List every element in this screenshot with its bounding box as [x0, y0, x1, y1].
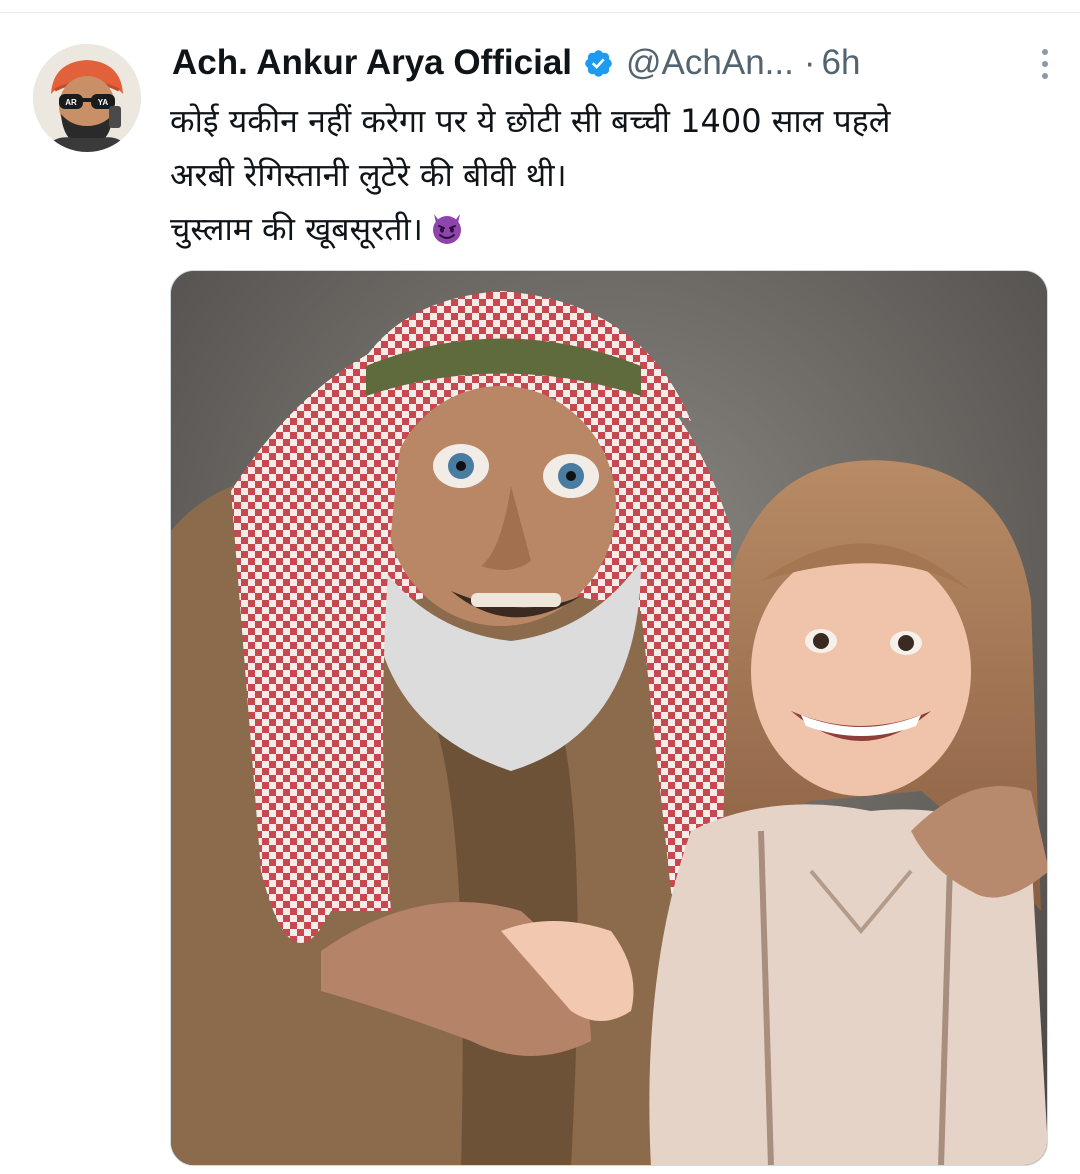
more-dot: [1042, 73, 1048, 79]
top-divider: [0, 12, 1080, 13]
tweet-text-line: चुस्लाम की खूबसूरती।: [170, 210, 423, 248]
tweet-text-line-last: चुस्लाम की खूबसूरती।: [170, 202, 1070, 256]
verified-badge-icon[interactable]: [583, 48, 614, 79]
more-options-icon[interactable]: [1030, 44, 1060, 84]
tweet-text: कोई यकीन नहीं करेगा पर ये छोटी सी बच्ची …: [170, 94, 1070, 256]
avatar-illustration: AR YA: [33, 44, 141, 152]
smiling-face-with-horns-icon: [429, 208, 465, 244]
tweet-header: Ach. Ankur Arya Official @AchAn... · 6h: [172, 38, 1060, 88]
tweet-media-photo[interactable]: [170, 270, 1048, 1166]
tweet-text-line: अरबी रेगिस्तानी लुटेरे की बीवी थी।: [170, 156, 567, 194]
profile-avatar[interactable]: AR YA: [33, 44, 141, 152]
photo-old-man-and-girl-icon: [171, 271, 1047, 1165]
tweet-timestamp[interactable]: 6h: [822, 43, 861, 83]
user-handle[interactable]: @AchAn...: [626, 43, 794, 83]
separator-dot: ·: [803, 43, 816, 82]
more-dot: [1042, 61, 1048, 67]
avatar-glasses-text-right: YA: [98, 98, 109, 107]
more-dot: [1042, 49, 1048, 55]
display-name[interactable]: Ach. Ankur Arya Official: [172, 43, 572, 83]
avatar-glasses-text-left: AR: [65, 98, 77, 107]
tweet-text-line: कोई यकीन नहीं करेगा पर ये छोटी सी बच्ची …: [170, 102, 891, 140]
